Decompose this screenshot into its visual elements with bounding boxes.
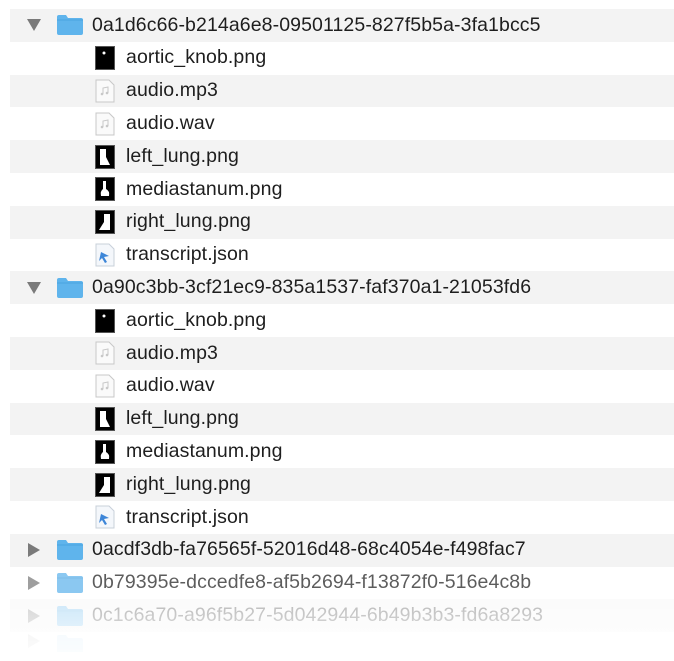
file-row[interactable]: audio.mp3	[10, 74, 674, 108]
folder-icon	[56, 539, 84, 561]
folder-icon	[56, 14, 84, 36]
file-row[interactable]: mediastanum.png	[10, 173, 674, 206]
left-lung-image-icon	[94, 144, 116, 170]
disclosure-triangle-collapsed-icon[interactable]	[12, 543, 56, 558]
file-row[interactable]: transcript.json	[10, 239, 674, 272]
folder-icon	[56, 634, 84, 653]
file-name: right_lung.png	[126, 472, 251, 495]
disclosure-triangle-collapsed-icon[interactable]	[12, 608, 56, 623]
aortic-knob-image-icon	[94, 308, 116, 334]
file-row[interactable]: mediastanum.png	[10, 435, 674, 468]
audio-file-icon	[94, 373, 116, 399]
folder-name: 0a90c3bb-3cf21ec9-835a1537-faf370a1-2105…	[92, 276, 532, 299]
folder-row[interactable]: 0a1d6c66-b214a6e8-09501125-827f5b5a-3fa1…	[10, 9, 674, 42]
file-row[interactable]: left_lung.png	[10, 402, 674, 436]
json-file-icon	[94, 242, 116, 268]
file-name: transcript.json	[126, 243, 249, 266]
file-row[interactable]: right_lung.png	[10, 205, 674, 239]
file-name: audio.wav	[126, 112, 215, 135]
file-name: audio.wav	[126, 374, 215, 397]
mediastinum-image-icon	[94, 176, 116, 202]
file-tree: 0a1d6c66-b214a6e8-09501125-827f5b5a-3fa1…	[10, 9, 674, 653]
audio-file-icon	[94, 111, 116, 137]
file-row[interactable]: transcript.json	[10, 501, 674, 534]
left-lung-image-icon	[94, 406, 116, 432]
folder-name: 0a1d6c66-b214a6e8-09501125-827f5b5a-3fa1…	[92, 13, 541, 36]
folder-name: 0acdf3db-fa76565f-52016d48-68c4054e-f498…	[92, 538, 526, 561]
folder-row[interactable]: 0a90c3bb-3cf21ec9-835a1537-faf370a1-2105…	[10, 271, 674, 305]
folder-icon	[56, 277, 84, 299]
aortic-knob-image-icon	[94, 45, 116, 71]
audio-file-icon	[94, 340, 116, 366]
file-row[interactable]: aortic_knob.png	[10, 42, 674, 75]
folder-icon	[56, 572, 84, 594]
folder-icon	[56, 605, 84, 627]
folder-row[interactable]: 0acdf3db-fa76565f-52016d48-68c4054e-f498…	[10, 533, 674, 567]
file-name: transcript.json	[126, 505, 249, 528]
folder-row-cut-off	[10, 632, 674, 653]
file-name: audio.mp3	[126, 79, 218, 102]
file-row[interactable]: left_lung.png	[10, 140, 674, 173]
file-name: aortic_knob.png	[126, 308, 267, 331]
file-name: mediastanum.png	[126, 440, 283, 462]
file-row[interactable]: audio.mp3	[10, 336, 674, 370]
folder-name: 0c1c6a70-a96f5b27-5d042944-6b49b3b3-fd6a…	[92, 603, 544, 626]
folder-row[interactable]: 0b79395e-dccedfe8-af5b2694-f13872f0-516e…	[10, 567, 674, 600]
right-lung-image-icon	[94, 209, 116, 235]
file-row[interactable]: audio.wav	[10, 370, 674, 403]
file-name: aortic_knob.png	[126, 46, 267, 69]
folder-name: 0b79395e-dccedfe8-af5b2694-f13872f0-516e…	[92, 571, 532, 594]
file-name: left_lung.png	[126, 407, 239, 430]
file-row[interactable]: audio.wav	[10, 107, 674, 140]
disclosure-triangle-expanded-icon[interactable]	[12, 281, 56, 294]
file-name: left_lung.png	[126, 144, 239, 167]
mediastinum-image-icon	[94, 439, 116, 465]
right-lung-image-icon	[94, 472, 116, 498]
file-name: mediastanum.png	[126, 177, 283, 200]
disclosure-triangle-expanded-icon[interactable]	[12, 19, 56, 32]
json-file-icon	[94, 504, 116, 530]
file-name: right_lung.png	[126, 210, 251, 233]
folder-row[interactable]: 0c1c6a70-a96f5b27-5d042944-6b49b3b3-fd6a…	[10, 599, 674, 633]
file-name: audio.mp3	[126, 341, 218, 364]
audio-file-icon	[94, 78, 116, 104]
disclosure-triangle-collapsed-icon[interactable]	[12, 575, 56, 590]
file-row[interactable]: aortic_knob.png	[10, 304, 674, 337]
disclosure-triangle-collapsed-icon	[12, 634, 56, 649]
file-row[interactable]: right_lung.png	[10, 468, 674, 501]
